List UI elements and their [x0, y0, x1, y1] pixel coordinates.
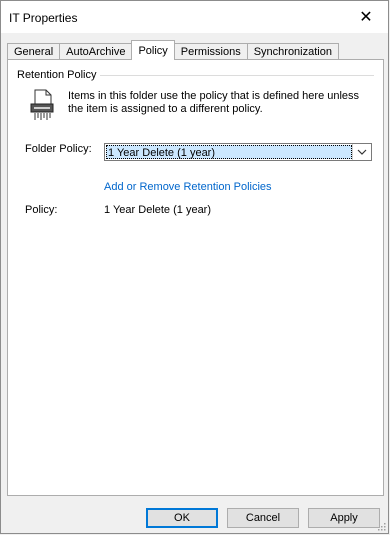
- shredder-icon: [30, 89, 54, 120]
- retention-policy-group-label: Retention Policy: [17, 69, 101, 81]
- add-remove-policies-link[interactable]: Add or Remove Retention Policies: [104, 181, 272, 193]
- ok-button[interactable]: OK: [146, 508, 218, 528]
- tab-synchronization[interactable]: Synchronization: [246, 43, 339, 60]
- title-bar: IT Properties ✕: [1, 1, 388, 33]
- apply-button[interactable]: Apply: [308, 508, 380, 528]
- policy-label: Policy:: [25, 204, 58, 216]
- cancel-button[interactable]: Cancel: [227, 508, 299, 528]
- folder-policy-label: Folder Policy:: [25, 143, 92, 155]
- properties-dialog: IT Properties ✕ General AutoArchive Poli…: [0, 0, 389, 534]
- policy-description: Items in this folder use the policy that…: [68, 90, 360, 115]
- resize-grip-icon[interactable]: [376, 521, 386, 531]
- tab-permissions[interactable]: Permissions: [173, 43, 248, 60]
- tab-general[interactable]: General: [7, 43, 61, 60]
- chevron-down-icon[interactable]: [352, 144, 371, 160]
- folder-policy-value[interactable]: 1 Year Delete (1 year): [106, 145, 352, 159]
- tab-policy[interactable]: Policy: [131, 40, 175, 60]
- tab-autoarchive[interactable]: AutoArchive: [59, 43, 133, 60]
- close-icon[interactable]: ✕: [344, 1, 388, 33]
- policy-value: 1 Year Delete (1 year): [104, 204, 212, 216]
- group-divider: [100, 75, 374, 76]
- policy-panel: Retention Policy Items in this folder us…: [7, 59, 384, 496]
- window-title: IT Properties: [9, 11, 78, 25]
- tab-strip: General AutoArchive Policy Permissions S…: [7, 40, 339, 60]
- folder-policy-select[interactable]: 1 Year Delete (1 year): [104, 143, 372, 161]
